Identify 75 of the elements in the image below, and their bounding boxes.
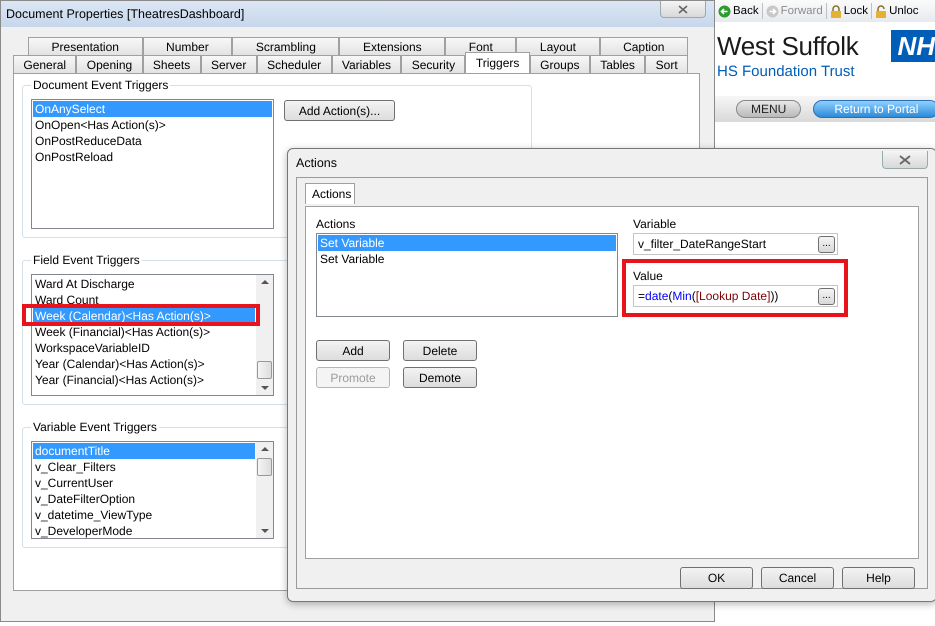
value-label: Value (633, 269, 664, 285)
menu-button[interactable]: MENU (736, 100, 802, 118)
logo-badge: NH (891, 30, 935, 62)
dialog-button[interactable]: Help (842, 567, 915, 589)
actions-list[interactable]: Set Variable Set Variable (316, 233, 618, 317)
value-field[interactable]: =date(Min([Lookup Date])) ... (633, 285, 838, 307)
dialog-button[interactable]: OK (680, 567, 753, 589)
browse-button[interactable]: ... (818, 288, 835, 304)
tab[interactable]: Opening (76, 55, 143, 73)
list-item[interactable]: WorkspaceVariableID (33, 340, 255, 356)
list-item[interactable]: v_DateFilterOption (33, 491, 255, 507)
formula-text: =date(Min([Lookup Date])) (638, 289, 778, 303)
scrollbar[interactable] (256, 275, 273, 395)
tab[interactable]: Variables (332, 55, 402, 73)
list-item[interactable]: Year (Financial)<Has Action(s)> (33, 372, 255, 388)
trigger-list[interactable]: Ward At Discharge Ward Count Week (Calendar)<Has Action(s)> Week (Financial)<Has Action(s)> WorkspaceVariableID Year (Calendar)<Has Action(s)> Year (Financial)<Has Action(s)> (31, 274, 274, 396)
list-item[interactable]: v_DeveloperMode (33, 523, 255, 538)
close-button[interactable] (882, 151, 928, 169)
trigger-list[interactable]: documentTitle v_Clear_Filters v_CurrentUser v_DateFilterOption v_datetime_ViewType v_DeveloperMode (31, 441, 274, 539)
nav-button[interactable]: Back (717, 4, 760, 18)
list-item[interactable]: Year (Calendar)<Has Action(s)> (33, 356, 255, 372)
list-item[interactable]: Set Variable (318, 251, 616, 267)
trigger-list[interactable]: OnAnySelect OnOpen<Has Action(s)> OnPostReduceData OnPostReload (31, 99, 274, 229)
action-button[interactable]: Delete (403, 340, 477, 361)
open-padlock-icon (875, 4, 888, 18)
variable-label: Variable (633, 217, 678, 233)
action-button[interactable]: Demote (403, 367, 477, 388)
tab[interactable]: Sort (645, 55, 688, 73)
add-actions-button[interactable]: Add Action(s)... (284, 100, 395, 121)
list-item[interactable]: Week (Financial)<Has Action(s)> (33, 324, 255, 340)
list-item[interactable]: OnPostReduceData (33, 133, 272, 149)
group-title: Document Event Triggers (32, 78, 170, 92)
back-icon (718, 4, 731, 18)
tab[interactable]: Extensions (339, 37, 446, 55)
tab[interactable]: Presentation (28, 37, 142, 55)
scrollbar[interactable] (256, 442, 273, 538)
list-item[interactable]: OnOpen<Has Action(s)> (33, 117, 272, 133)
close-icon (899, 154, 911, 164)
window-title: Document Properties [TheatresDashboard] (6, 7, 244, 21)
forward-icon (766, 4, 779, 18)
list-item[interactable]: v_Clear_Filters (33, 459, 255, 475)
tab[interactable]: Sheets (142, 55, 201, 73)
tab[interactable]: Groups (530, 55, 590, 73)
tab[interactable]: Scrambling (232, 37, 340, 55)
logo-subtitle: HS Foundation Trust (717, 63, 856, 80)
tab[interactable]: Security (401, 55, 466, 73)
list-item[interactable]: v_datetime_ViewType (33, 507, 255, 523)
tab[interactable]: Triggers (465, 52, 530, 73)
tab[interactable]: Tables (590, 55, 646, 73)
list-item[interactable]: Ward Count (33, 292, 255, 308)
padlock-icon (830, 4, 842, 18)
dialog-button[interactable]: Cancel (761, 567, 834, 589)
logo-name: West Suffolk (717, 30, 858, 62)
list-item[interactable]: v_CurrentUser (33, 475, 255, 491)
list-item[interactable]: OnPostReload (33, 149, 272, 165)
tab[interactable]: Actions (305, 183, 355, 204)
variable-field[interactable]: v_filter_DateRangeStart ... (633, 233, 838, 255)
tab[interactable]: General (13, 55, 76, 73)
tab[interactable]: Server (200, 55, 257, 73)
dialog-title: Actions (296, 156, 337, 170)
tab[interactable]: Caption (600, 37, 688, 55)
group-title: Field Event Triggers (32, 253, 141, 267)
tab[interactable]: Layout (516, 37, 600, 55)
variable-text: v_filter_DateRangeStart (638, 237, 766, 251)
list-item[interactable]: Ward At Discharge (33, 276, 255, 292)
actions-label: Actions (316, 217, 356, 233)
close-icon (678, 4, 688, 14)
tab[interactable]: Scheduler (256, 55, 332, 73)
close-button[interactable] (660, 1, 706, 18)
group-title: Variable Event Triggers (32, 420, 158, 434)
nav-button[interactable]: Unloc (874, 4, 920, 18)
nav-button[interactable]: Lock (828, 4, 870, 18)
browse-button[interactable]: ... (818, 236, 835, 252)
action-button[interactable]: Add (316, 340, 390, 361)
tab[interactable]: Number (142, 37, 232, 55)
